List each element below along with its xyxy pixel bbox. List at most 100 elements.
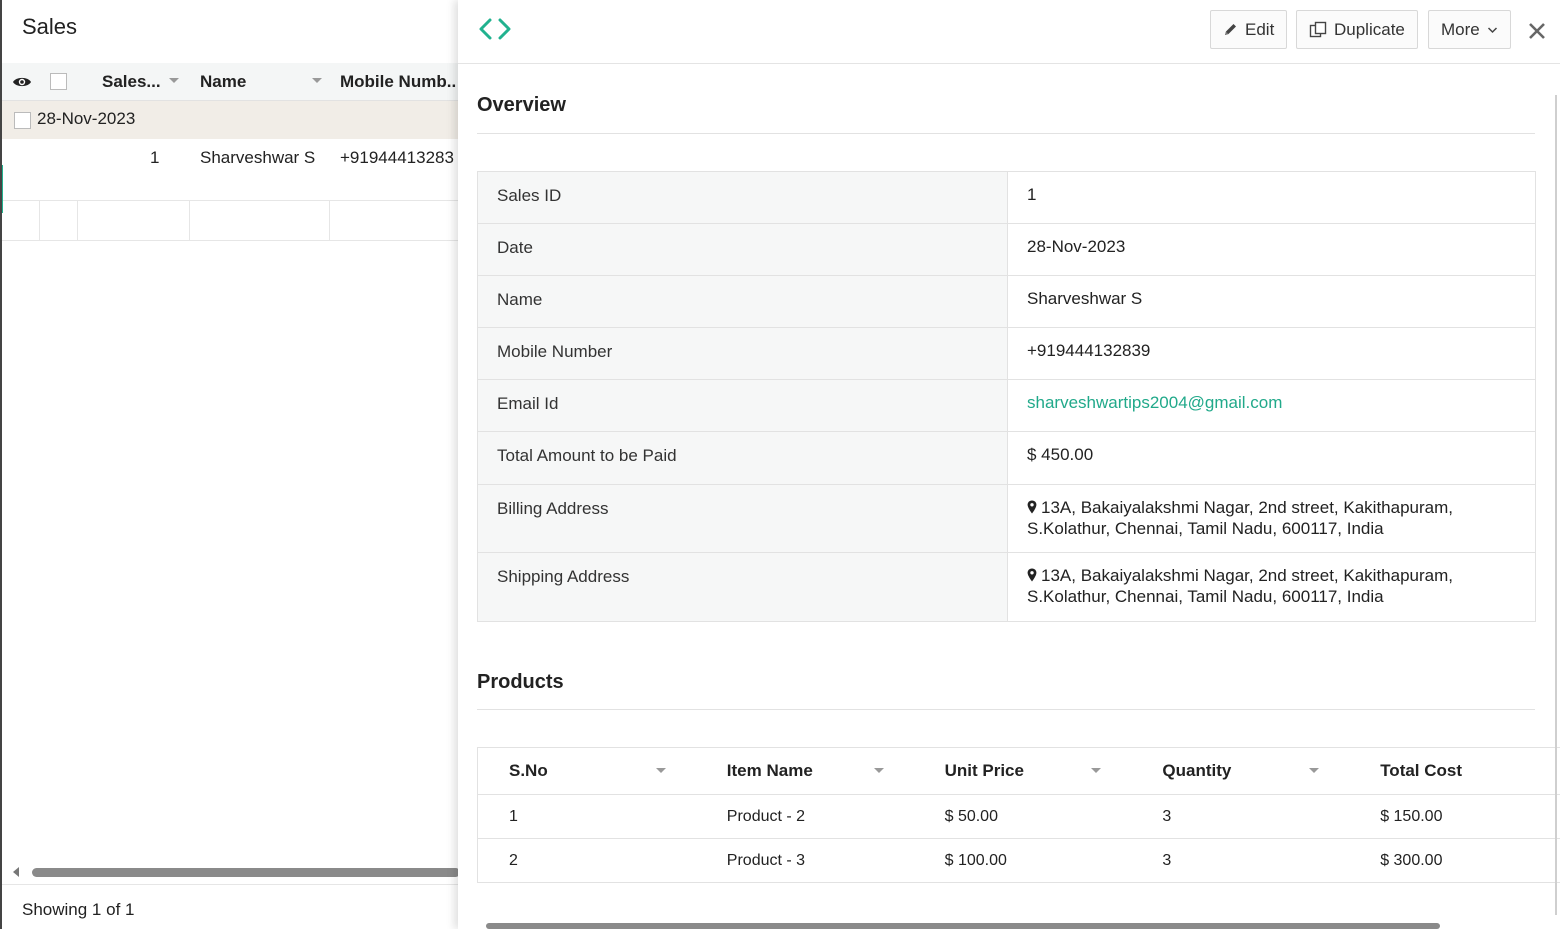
- field-row: Shipping Address 13A, Bakaiyalakshmi Nag…: [478, 553, 1535, 621]
- chevron-down-icon: [1487, 26, 1497, 33]
- cell-total-cost: $ 150.00: [1380, 807, 1443, 825]
- overview-heading: Overview: [477, 94, 566, 116]
- field-label: Mobile Number: [478, 328, 1008, 379]
- duplicate-button[interactable]: Duplicate: [1296, 10, 1418, 49]
- list-column-header: Sales... Name Mobile Numb..: [2, 63, 458, 101]
- field-label: Billing Address: [478, 485, 1008, 552]
- products-heading: Products: [477, 671, 564, 693]
- record-detail-panel: Edit Duplicate More Overview Sales ID 1: [458, 0, 1560, 929]
- column-sales-id[interactable]: Sales...: [102, 72, 161, 92]
- cell-item-name: Product - 2: [726, 807, 806, 825]
- list-title: Sales: [22, 14, 78, 39]
- field-row: Sales ID 1: [478, 172, 1535, 224]
- column-sno[interactable]: S.No: [478, 748, 696, 794]
- group-label: 28-Nov-2023: [37, 109, 136, 128]
- cell-unit-price: $ 100.00: [944, 851, 1007, 869]
- pencil-icon: [1225, 24, 1236, 35]
- field-label: Total Amount to be Paid: [478, 432, 1008, 484]
- empty-row: [2, 201, 458, 241]
- cell-sno: 1: [509, 807, 518, 825]
- address-line-1: 13A, Bakaiyalakshmi Nagar, 2nd street, K…: [1041, 566, 1453, 585]
- field-value: 1: [1027, 185, 1037, 204]
- cell-sno: 2: [509, 851, 518, 869]
- eye-icon[interactable]: [12, 75, 32, 89]
- list-footer: Showing 1 of 1: [2, 884, 458, 929]
- table-row[interactable]: 1 Product - 2 $ 50.00 3 $ 150.00: [478, 795, 1560, 839]
- cell-quantity: 3: [1162, 851, 1172, 869]
- field-label: Shipping Address: [478, 553, 1008, 621]
- products-table: S.No Item Name Unit Price Quantity Total…: [477, 747, 1560, 883]
- more-dropdown-button[interactable]: More: [1428, 10, 1511, 49]
- duplicate-label: Duplicate: [1334, 19, 1405, 39]
- billing-address-value: 13A, Bakaiyalakshmi Nagar, 2nd street, K…: [1008, 485, 1535, 552]
- field-value: 28-Nov-2023: [1027, 237, 1126, 256]
- cell-unit-price: $ 50.00: [944, 807, 998, 825]
- sort-caret-icon[interactable]: [1091, 768, 1102, 773]
- field-row: Billing Address 13A, Bakaiyalakshmi Naga…: [478, 485, 1535, 553]
- column-divider: [39, 201, 40, 241]
- field-row: Mobile Number +919444132839: [478, 328, 1535, 380]
- map-marker-icon: [1027, 568, 1037, 582]
- close-icon[interactable]: [1526, 20, 1548, 42]
- column-mobile-number[interactable]: Mobile Numb..: [340, 72, 456, 92]
- edit-label: Edit: [1245, 19, 1275, 39]
- duplicate-icon: [1309, 21, 1327, 38]
- column-divider: [189, 201, 190, 241]
- cell-total-cost: $ 300.00: [1380, 851, 1443, 869]
- horizontal-scrollbar[interactable]: [32, 868, 458, 877]
- sales-list-panel: Sales Sales... Name Mobile Numb.. 28-Nov…: [0, 0, 458, 929]
- record-count: Showing 1 of 1: [22, 900, 135, 919]
- column-total-cost[interactable]: Total Cost: [1349, 748, 1560, 794]
- table-row[interactable]: 1 Sharveshwar S +91944413283: [2, 139, 458, 201]
- field-label: Date: [478, 224, 1008, 275]
- date-group-row[interactable]: 28-Nov-2023: [2, 101, 458, 139]
- shipping-address-value: 13A, Bakaiyalakshmi Nagar, 2nd street, K…: [1008, 553, 1535, 621]
- code-brackets-icon[interactable]: [478, 16, 512, 42]
- column-label: Item Name: [726, 761, 813, 780]
- field-row: Total Amount to be Paid $ 450.00: [478, 432, 1535, 485]
- address-line-2: S.Kolathur, Chennai, Tamil Nadu, 600117,…: [1027, 587, 1384, 606]
- row-name: Sharveshwar S: [200, 148, 316, 167]
- column-label: Total Cost: [1380, 761, 1463, 780]
- sort-caret-icon[interactable]: [312, 78, 322, 83]
- column-quantity[interactable]: Quantity: [1131, 748, 1349, 794]
- edit-button[interactable]: Edit: [1210, 10, 1288, 49]
- field-label: Email Id: [478, 380, 1008, 431]
- group-checkbox[interactable]: [14, 112, 31, 129]
- cell-quantity: 3: [1162, 807, 1172, 825]
- divider: [477, 133, 1535, 134]
- row-sales-id: 1: [150, 148, 160, 167]
- map-marker-icon: [1027, 500, 1037, 514]
- email-link[interactable]: sharveshwartips2004@gmail.com: [1008, 380, 1535, 431]
- more-label: More: [1441, 19, 1480, 39]
- address-line-2: S.Kolathur, Chennai, Tamil Nadu, 600117,…: [1027, 519, 1384, 538]
- horizontal-scrollbar[interactable]: [486, 923, 1440, 929]
- vertical-scrollbar[interactable]: [1555, 95, 1557, 915]
- column-item-name[interactable]: Item Name: [696, 748, 914, 794]
- divider: [477, 709, 1535, 710]
- field-row: Name Sharveshwar S: [478, 276, 1535, 328]
- sort-caret-icon[interactable]: [1309, 768, 1320, 773]
- sort-caret-icon[interactable]: [655, 768, 666, 773]
- products-header-row: S.No Item Name Unit Price Quantity Total…: [478, 748, 1560, 795]
- overview-table: Sales ID 1 Date 28-Nov-2023 Name Sharves…: [477, 171, 1536, 622]
- field-row: Date 28-Nov-2023: [478, 224, 1535, 276]
- column-divider: [329, 201, 330, 241]
- field-label: Name: [478, 276, 1008, 327]
- cell-item-name: Product - 3: [726, 851, 806, 869]
- field-label: Sales ID: [478, 172, 1008, 223]
- scroll-left-arrow-icon[interactable]: [13, 867, 19, 877]
- sort-caret-icon[interactable]: [169, 78, 179, 83]
- column-label: S.No: [509, 761, 548, 780]
- table-row[interactable]: 2 Product - 3 $ 100.00 3 $ 300.00: [478, 839, 1560, 883]
- column-label: Quantity: [1162, 761, 1232, 780]
- sort-caret-icon[interactable]: [873, 768, 884, 773]
- column-name[interactable]: Name: [200, 72, 246, 92]
- field-value: $ 450.00: [1027, 445, 1094, 464]
- select-all-checkbox[interactable]: [50, 73, 67, 90]
- column-unit-price[interactable]: Unit Price: [914, 748, 1132, 794]
- field-value: +919444132839: [1027, 341, 1151, 360]
- detail-toolbar: Edit Duplicate More: [458, 0, 1560, 64]
- column-label: Unit Price: [944, 761, 1024, 780]
- column-divider: [77, 201, 78, 241]
